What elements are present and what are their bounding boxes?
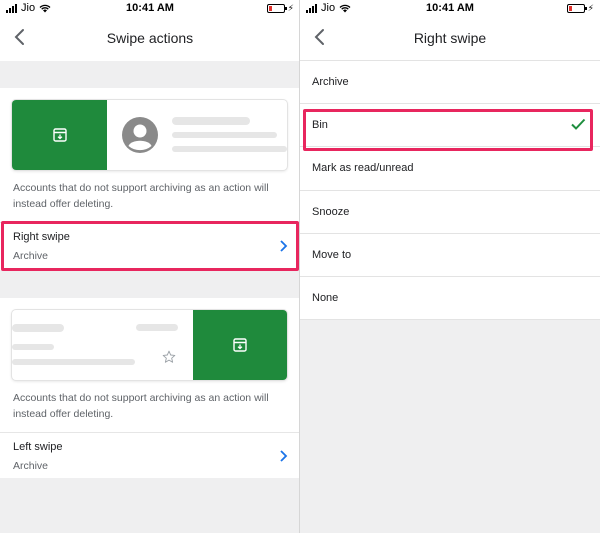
option-label: None bbox=[312, 291, 339, 304]
right-swipe-section: Accounts that do not support archiving a… bbox=[0, 88, 300, 270]
placeholder-line bbox=[12, 324, 64, 332]
option-archive[interactable]: Archive bbox=[300, 61, 600, 105]
status-time: 10:41 AM bbox=[126, 2, 174, 14]
nav-bar: Swipe actions bbox=[0, 16, 300, 61]
right-swipe-preview bbox=[12, 100, 287, 170]
option-label: Mark as read/unread bbox=[312, 162, 414, 175]
right-screen: Jio 10:41 AM ⚡ Right swipe Archive Bin M… bbox=[300, 0, 600, 533]
status-time: 10:41 AM bbox=[426, 2, 474, 14]
archive-action-bg bbox=[12, 100, 107, 170]
option-label: Bin bbox=[312, 119, 328, 132]
right-swipe-description: Accounts that do not support archiving a… bbox=[13, 182, 269, 210]
archive-icon bbox=[233, 338, 247, 352]
battery-icon bbox=[566, 4, 587, 13]
left-swipe-preview bbox=[12, 310, 287, 380]
option-bin[interactable]: Bin bbox=[300, 104, 600, 148]
option-none[interactable]: None bbox=[300, 277, 600, 321]
battery-icon bbox=[266, 4, 287, 13]
chevron-right-icon bbox=[280, 240, 288, 252]
placeholder-line bbox=[172, 146, 287, 152]
right-swipe-row[interactable]: Right swipe Archive bbox=[0, 222, 300, 268]
placeholder-line bbox=[172, 117, 250, 125]
option-label: Move to bbox=[312, 248, 352, 261]
nav-bar: Right swipe bbox=[300, 16, 600, 61]
right-swipe-label: Right swipe bbox=[13, 231, 70, 243]
status-bar: Jio 10:41 AM ⚡ bbox=[300, 0, 600, 16]
option-move-to[interactable]: Move to bbox=[300, 234, 600, 277]
option-mark-read-unread[interactable]: Mark as read/unread bbox=[300, 147, 600, 191]
left-screen: Jio 10:41 AM ⚡ Swipe actions Accounts th… bbox=[0, 0, 300, 533]
left-swipe-section: Accounts that do not support archiving a… bbox=[0, 298, 300, 478]
placeholder-line bbox=[12, 344, 54, 350]
charging-icon: ⚡ bbox=[587, 3, 594, 13]
archive-icon bbox=[52, 128, 67, 142]
avatar-icon bbox=[122, 117, 158, 153]
placeholder-line bbox=[172, 132, 277, 138]
left-swipe-label: Left swipe bbox=[13, 441, 63, 453]
checkmark-icon bbox=[571, 119, 586, 131]
option-label: Snooze bbox=[312, 205, 350, 218]
charging-icon: ⚡ bbox=[287, 3, 294, 13]
page-title: Swipe actions bbox=[106, 30, 194, 46]
option-snooze[interactable]: Snooze bbox=[300, 191, 600, 234]
left-swipe-description: Accounts that do not support archiving a… bbox=[13, 392, 269, 420]
chevron-right-icon bbox=[280, 450, 288, 462]
star-icon bbox=[162, 350, 176, 363]
status-right: ⚡ bbox=[266, 3, 294, 14]
archive-action-bg bbox=[193, 310, 287, 380]
status-right: ⚡ bbox=[566, 3, 594, 14]
left-swipe-value: Archive bbox=[13, 460, 49, 472]
right-swipe-value: Archive bbox=[13, 250, 49, 262]
status-bar: Jio 10:41 AM ⚡ bbox=[0, 0, 300, 16]
page-title: Right swipe bbox=[413, 30, 487, 46]
option-label: Archive bbox=[312, 76, 349, 88]
swipe-options-list: Archive Bin Mark as read/unread Snooze M… bbox=[300, 61, 600, 321]
placeholder-line bbox=[12, 359, 135, 365]
placeholder-line bbox=[136, 324, 178, 331]
left-swipe-row[interactable]: Left swipe Archive bbox=[0, 432, 300, 478]
